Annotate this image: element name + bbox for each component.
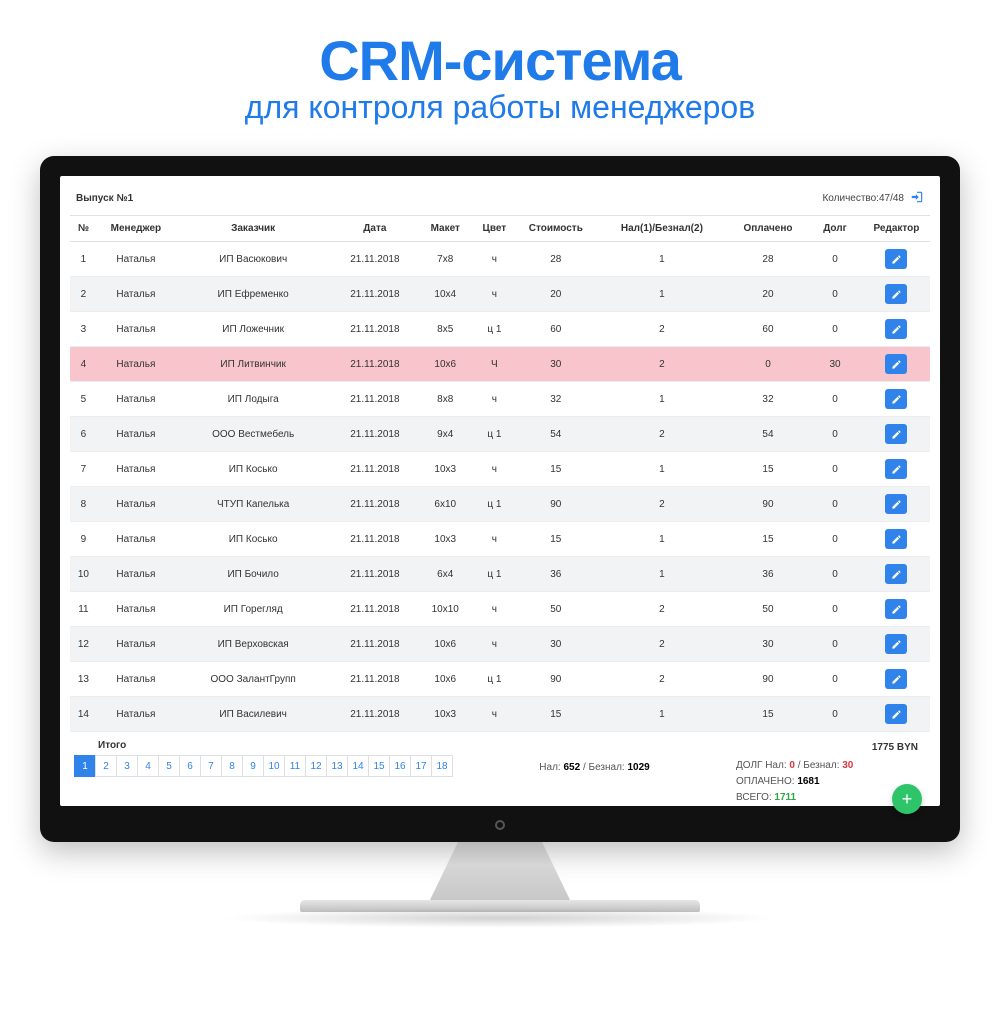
table-row: 12НатальяИП Верховская21.11.201810x6ч302… <box>70 627 930 662</box>
edit-button[interactable] <box>885 319 907 339</box>
table-row: 8НатальяЧТУП Капелька21.11.20186x10ц 190… <box>70 487 930 522</box>
table-row: 5НатальяИП Лодыга21.11.20188x8ч321320 <box>70 382 930 417</box>
monitor-logo <box>495 820 505 830</box>
edit-button[interactable] <box>885 704 907 724</box>
table-row: 2НатальяИП Ефременко21.11.201810x4ч20120… <box>70 277 930 312</box>
edit-button[interactable] <box>885 284 907 304</box>
page-button[interactable]: 4 <box>137 755 159 777</box>
page-button[interactable]: 1 <box>74 755 96 777</box>
page-button[interactable]: 2 <box>95 755 117 777</box>
table-row: 9НатальяИП Косько21.11.201810x3ч151150 <box>70 522 930 557</box>
page-button[interactable]: 16 <box>389 755 411 777</box>
table-row: 14НатальяИП Василевич21.11.201810x3ч1511… <box>70 697 930 732</box>
col-header: Долг <box>807 216 863 242</box>
monitor-bezel: Выпуск №1 Количество:47/48 №МенеджерЗака… <box>40 156 960 842</box>
count-label: Количество:47/48 <box>822 193 904 204</box>
col-header: Заказчик <box>175 216 331 242</box>
table-row: 4НатальяИП Литвинчик21.11.201810x6Ч30203… <box>70 347 930 382</box>
table-row: 7НатальяИП Косько21.11.201810x3ч151150 <box>70 452 930 487</box>
page-button[interactable]: 10 <box>263 755 285 777</box>
edit-button[interactable] <box>885 494 907 514</box>
orders-table: №МенеджерЗаказчикДатаМакетЦветСтоимостьН… <box>70 215 930 732</box>
page-button[interactable]: 6 <box>179 755 201 777</box>
issue-title: Выпуск №1 <box>76 193 133 204</box>
table-row: 3НатальяИП Ложечник21.11.20188x5ц 160260… <box>70 312 930 347</box>
page-title: CRM-система <box>0 28 1000 93</box>
col-header: № <box>70 216 97 242</box>
table-row: 11НатальяИП Горегляд21.11.201810x10ч5025… <box>70 592 930 627</box>
pagination: 123456789101112131415161718 <box>74 755 453 777</box>
add-button[interactable]: + <box>892 784 922 814</box>
page-button[interactable]: 17 <box>410 755 432 777</box>
edit-button[interactable] <box>885 389 907 409</box>
page-button[interactable]: 14 <box>347 755 369 777</box>
page-subtitle: для контроля работы менеджеров <box>0 89 1000 126</box>
col-header: Дата <box>331 216 418 242</box>
table-row: 10НатальяИП Бочило21.11.20186x4ц 1361360 <box>70 557 930 592</box>
col-header: Макет <box>418 216 472 242</box>
itogo-label: Итого <box>74 740 453 755</box>
page-button[interactable]: 5 <box>158 755 180 777</box>
edit-button[interactable] <box>885 459 907 479</box>
table-row: 1НатальяИП Васюкович21.11.20187x8ч281280 <box>70 242 930 277</box>
summary-cash: Нал: 652 / Безнал: 1029 <box>467 740 722 773</box>
app-screen: Выпуск №1 Количество:47/48 №МенеджерЗака… <box>60 176 940 806</box>
monitor-stand <box>430 842 570 900</box>
edit-button[interactable] <box>885 354 907 374</box>
col-header: Нал(1)/Безнал(2) <box>595 216 729 242</box>
edit-button[interactable] <box>885 669 907 689</box>
page-button[interactable]: 7 <box>200 755 222 777</box>
edit-button[interactable] <box>885 564 907 584</box>
page-button[interactable]: 12 <box>305 755 327 777</box>
page-button[interactable]: 11 <box>284 755 306 777</box>
col-header: Редактор <box>863 216 930 242</box>
col-header: Цвет <box>472 216 517 242</box>
edit-button[interactable] <box>885 424 907 444</box>
col-header: Стоимость <box>517 216 595 242</box>
page-button[interactable]: 9 <box>242 755 264 777</box>
page-button[interactable]: 13 <box>326 755 348 777</box>
logout-icon[interactable] <box>910 190 924 207</box>
col-header: Менеджер <box>97 216 175 242</box>
summary-right: 1775 BYN ДОЛГ Нал: 0 / Безнал: 30 ОПЛАЧЕ… <box>736 740 926 806</box>
edit-button[interactable] <box>885 529 907 549</box>
edit-button[interactable] <box>885 249 907 269</box>
total-amount: 1775 BYN <box>736 740 926 756</box>
table-row: 6НатальяООО Вестмебель21.11.20189x4ц 154… <box>70 417 930 452</box>
edit-button[interactable] <box>885 599 907 619</box>
edit-button[interactable] <box>885 634 907 654</box>
table-row: 13НатальяООО ЗалантГрупп21.11.201810x6ц … <box>70 662 930 697</box>
page-button[interactable]: 3 <box>116 755 138 777</box>
col-header: Оплачено <box>729 216 807 242</box>
page-button[interactable]: 15 <box>368 755 390 777</box>
page-button[interactable]: 8 <box>221 755 243 777</box>
page-button[interactable]: 18 <box>431 755 453 777</box>
